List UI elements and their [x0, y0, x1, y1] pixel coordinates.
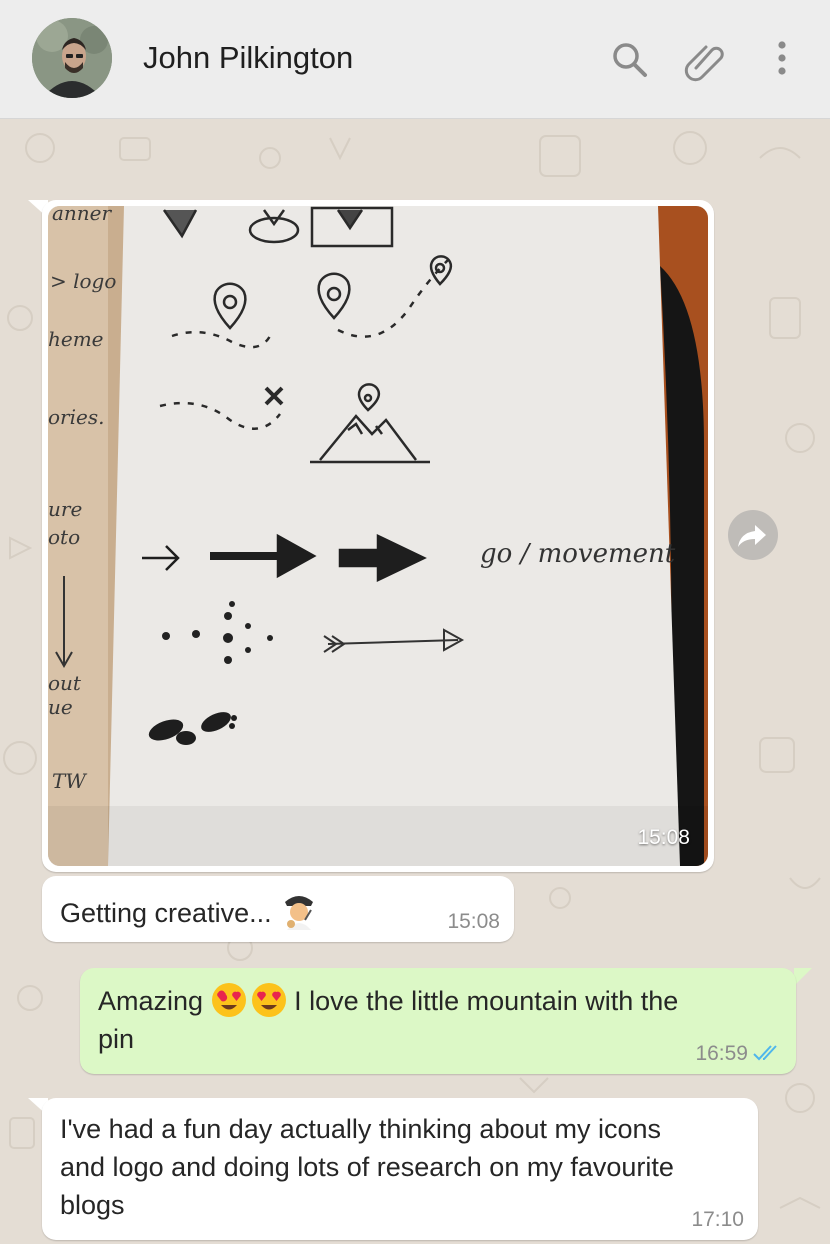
- incoming-message-bubble[interactable]: Getting creative... 15:08: [42, 876, 514, 942]
- message-time: 16:59: [695, 1042, 748, 1065]
- message-time: 15:08: [637, 826, 690, 849]
- search-icon[interactable]: [608, 38, 652, 82]
- contact-name[interactable]: John Pilkington: [143, 40, 353, 76]
- margin-word: out: [48, 671, 82, 695]
- message-time: 17:10: [691, 1208, 744, 1231]
- bubble-tail: [794, 968, 812, 986]
- message-time: 15:08: [447, 910, 500, 933]
- more-vertical-icon[interactable]: [760, 38, 804, 82]
- artist-emoji-icon: [285, 896, 314, 930]
- image-message-bubble[interactable]: anner > logo heme ories. ure oto out ue …: [42, 200, 714, 872]
- margin-word: ories.: [48, 405, 104, 429]
- message-text: I've had a fun day actually thinking abo…: [60, 1110, 750, 1224]
- margin-word: ure: [48, 497, 82, 521]
- margin-word: oto: [48, 525, 80, 549]
- sketch-caption: go / movement: [480, 539, 676, 569]
- heart-eyes-emoji-icon: [211, 983, 246, 1017]
- margin-word: heme: [48, 327, 104, 351]
- forward-arrow-icon: [738, 525, 766, 547]
- message-text-start: Amazing: [98, 986, 204, 1016]
- sketch-photo[interactable]: anner > logo heme ories. ure oto out ue …: [48, 206, 708, 866]
- forward-button[interactable]: [728, 510, 778, 560]
- incoming-message-bubble[interactable]: I've had a fun day actually thinking abo…: [42, 1098, 758, 1240]
- notebook-sketch-image: anner > logo heme ories. ure oto out ue …: [48, 206, 708, 866]
- message-text-content: Getting creative...: [60, 898, 272, 928]
- margin-word: ue: [48, 695, 73, 719]
- message-line: I've had a fun day actually thinking abo…: [60, 1114, 662, 1144]
- message-text: Getting creative...: [60, 890, 319, 932]
- message-text: Amazing I love the little mountain with …: [98, 982, 778, 1058]
- avatar-photo: [32, 18, 112, 98]
- paperclip-icon[interactable]: [682, 38, 726, 82]
- read-receipt-icon: [753, 1045, 777, 1061]
- contact-avatar[interactable]: [32, 18, 112, 98]
- chat-header: John Pilkington: [0, 0, 830, 119]
- outgoing-message-bubble[interactable]: Amazing I love the little mountain with …: [80, 968, 796, 1074]
- message-line: blogs: [60, 1190, 125, 1220]
- margin-word: TW: [52, 769, 87, 793]
- heart-eyes-emoji-icon: [251, 983, 286, 1017]
- margin-word: > logo: [50, 269, 116, 293]
- message-text-rest: I love the little mountain with the: [294, 986, 679, 1016]
- message-text-line2: pin: [98, 1024, 135, 1054]
- message-line: and logo and doing lots of research on m…: [60, 1152, 674, 1182]
- margin-word: anner: [52, 206, 113, 225]
